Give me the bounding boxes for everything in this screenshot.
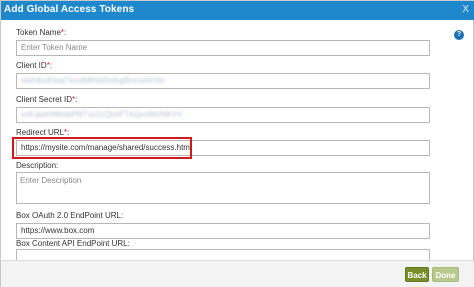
client-id-label: Client ID*: xyxy=(16,61,53,70)
redirect-url-label: Redirect URL*: xyxy=(16,128,70,137)
redirect-url-highlight-box xyxy=(12,137,192,159)
token-name-input[interactable]: Enter Token Name xyxy=(16,40,430,56)
dialog-footer xyxy=(1,260,474,287)
content-api-endpoint-label: Box Content API EndPoint URL: xyxy=(16,239,130,248)
oauth-endpoint-value: https://www.box.com xyxy=(21,226,95,235)
description-textarea[interactable]: Enter Description xyxy=(16,172,430,204)
token-name-label: Token Name*: xyxy=(16,28,67,37)
oauth-endpoint-label: Box OAuth 2.0 EndPoint URL: xyxy=(16,211,124,220)
client-secret-input[interactable]: xxKqlwhWlmbPl9Txx2cQb4FT4zjxxtNVNKVV xyxy=(16,107,430,123)
description-label: Description: xyxy=(16,161,59,170)
oauth-endpoint-input[interactable]: https://www.box.com xyxy=(16,223,430,239)
token-name-placeholder: Enter Token Name xyxy=(21,43,88,52)
content-api-endpoint-input[interactable] xyxy=(16,249,430,260)
help-icon[interactable]: ? xyxy=(454,30,464,40)
close-icon[interactable]: X xyxy=(462,4,469,15)
dialog-title: Add Global Access Tokens xyxy=(4,4,135,15)
add-global-access-tokens-dialog: Add Global Access Tokens X ? Token Name*… xyxy=(0,0,474,287)
back-button[interactable]: Back xyxy=(405,267,429,282)
done-button[interactable]: Done xyxy=(432,267,459,282)
description-placeholder: Enter Description xyxy=(20,176,82,185)
dialog-titlebar: Add Global Access Tokens X xyxy=(1,1,474,20)
client-id-input[interactable]: xlwhlbxKbwj7ecxlbflhbk9xlhgBrxnxhhVln xyxy=(16,73,430,89)
client-secret-value: xxKqlwhWlmbPl9Txx2cQb4FT4zjxxtNVNKVV xyxy=(21,110,183,119)
client-id-value: xlwhlbxKbwj7ecxlbflhbk9xlhgBrxnxhhVln xyxy=(21,76,165,85)
client-secret-label: Client Secret ID*: xyxy=(16,95,78,104)
